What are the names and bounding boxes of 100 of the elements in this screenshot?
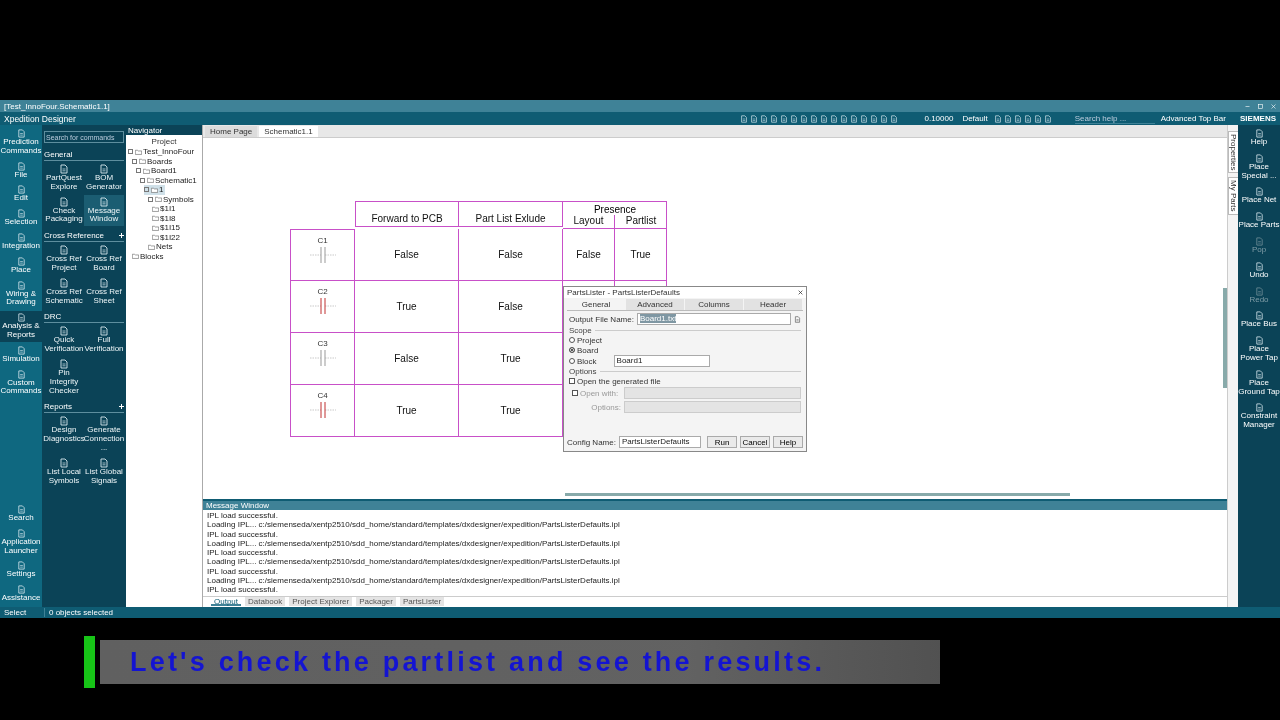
panel-tab[interactable]: Project Explorer: [289, 597, 353, 607]
command-button[interactable]: Cross Ref Project: [44, 243, 84, 275]
radio-button[interactable]: Block: [564, 356, 602, 366]
close-icon[interactable]: [798, 290, 803, 295]
maximize-icon[interactable]: [1258, 103, 1263, 109]
tree-item[interactable]: $1I15: [152, 223, 183, 233]
command-button[interactable]: Cross Ref Sheet: [84, 275, 124, 308]
table-cell: True: [355, 385, 459, 437]
dialog-tab[interactable]: Header: [744, 299, 803, 310]
rail-item[interactable]: Place: [0, 254, 42, 277]
search-field[interactable]: Search help ...: [1074, 113, 1155, 124]
rail-item[interactable]: Edit: [0, 183, 42, 206]
document-icon: [1023, 114, 1032, 123]
document-icon: [16, 528, 26, 538]
rail-item[interactable]: Custom Commands: [0, 367, 42, 399]
plus-icon[interactable]: [119, 233, 124, 239]
rail-item[interactable]: Selection: [0, 207, 42, 229]
rail-item[interactable]: Place Ground Tap: [1238, 368, 1280, 398]
tree-item[interactable]: $1I8: [152, 213, 178, 223]
panel-tab[interactable]: PartsLister: [400, 597, 445, 607]
command-button[interactable]: Message Window: [84, 194, 124, 227]
rail-item[interactable]: Wiring & Drawing: [0, 278, 42, 310]
rail-item[interactable]: Search: [0, 503, 42, 525]
command-button[interactable]: PartQuest Explore: [44, 162, 84, 194]
tree-item[interactable]: Symbols: [148, 194, 196, 204]
radio-button[interactable]: Project: [564, 335, 607, 345]
rail-item[interactable]: Place Power Tap: [1238, 335, 1280, 364]
rail-item[interactable]: Place Special ...: [1238, 152, 1280, 182]
capacitor-drawing: [307, 400, 338, 420]
dialog-button[interactable]: Run: [707, 436, 737, 448]
tree-item[interactable]: Boards: [132, 156, 175, 166]
rail-item[interactable]: Analysis & Reports: [0, 311, 42, 342]
radio-button[interactable]: Board: [564, 345, 604, 355]
rail-item[interactable]: Help: [1238, 128, 1280, 148]
column-header: Layout: [563, 215, 615, 229]
document-icon: [1254, 336, 1264, 346]
command-button[interactable]: Design Diagnostics: [44, 414, 84, 455]
rail-item[interactable]: Assistance: [0, 583, 42, 605]
rail-item[interactable]: Integration: [0, 231, 42, 253]
rail-item[interactable]: Undo: [1238, 260, 1280, 281]
command-button[interactable]: Quick Verification: [44, 324, 84, 356]
plus-icon[interactable]: [119, 404, 124, 410]
rail-item[interactable]: Place Parts: [1238, 211, 1280, 231]
document-icon: [790, 114, 799, 123]
document-tab[interactable]: Schematic1.1: [259, 126, 318, 137]
open-with-field[interactable]: [624, 387, 801, 399]
rail-item[interactable]: Place Net: [1238, 186, 1280, 207]
rail-item[interactable]: Settings: [0, 559, 42, 582]
options-field[interactable]: [624, 401, 801, 413]
dialog-tab[interactable]: Columns: [685, 299, 744, 310]
rail-item[interactable]: Constraint Manager: [1238, 402, 1280, 431]
rail-item[interactable]: Simulation: [0, 343, 42, 366]
document-icon: [99, 457, 109, 468]
document-icon: [1043, 114, 1052, 123]
field-label: Output File Name:: [569, 314, 634, 324]
command-button[interactable]: List Global Signals: [84, 455, 124, 488]
document-icon: [16, 185, 26, 195]
layout-dropdown[interactable]: Advanced Top Bar: [1157, 114, 1229, 123]
rail-item[interactable]: File: [0, 159, 42, 182]
scheme-dropdown[interactable]: Default: [959, 114, 991, 123]
command-button[interactable]: List Local Symbols: [44, 455, 84, 488]
panel-tab[interactable]: Databook: [245, 597, 286, 607]
rail-item[interactable]: Application Launcher: [0, 526, 42, 558]
command-button[interactable]: Check Packaging: [44, 194, 84, 227]
document-tab[interactable]: Home Page: [205, 126, 258, 137]
zoom-dropdown[interactable]: 0.10000: [921, 114, 957, 123]
minimize-icon[interactable]: [1245, 103, 1250, 109]
config-dropdown[interactable]: PartsListerDefaults: [618, 436, 701, 448]
dialog-tab[interactable]: Advanced: [626, 299, 685, 310]
tree-item[interactable]: Board1: [136, 166, 179, 176]
command-button[interactable]: Generate Connection ...: [84, 414, 124, 455]
tree-item[interactable]: Nets: [148, 242, 175, 252]
command-button[interactable]: Cross Ref Board: [84, 243, 124, 275]
command-button[interactable]: Pin Integrity Checker: [44, 356, 84, 398]
block-dropdown[interactable]: Board1: [613, 355, 710, 367]
document-icon: [820, 114, 829, 123]
group-header: Presence: [592, 203, 638, 215]
document-icon: [1033, 114, 1042, 123]
document-icon: [16, 505, 26, 514]
tree-item[interactable]: $1I22: [152, 232, 183, 242]
tree-item[interactable]: 1: [144, 185, 166, 195]
tree-item[interactable]: Blocks: [132, 251, 166, 261]
document-icon: [59, 326, 69, 337]
tree-item[interactable]: $1I1: [152, 204, 178, 214]
command-button[interactable]: Full Verification: [84, 324, 124, 356]
command-button[interactable]: Cross Ref Schematic: [44, 275, 84, 308]
rail-item[interactable]: Place Bus: [1238, 310, 1280, 331]
document-icon: [830, 114, 839, 123]
panel-tab[interactable]: Packager: [356, 597, 396, 607]
panel-tab[interactable]: Output: [211, 597, 241, 607]
section-title: DRC: [44, 312, 62, 322]
checkbox[interactable]: Open the generated file: [564, 376, 806, 386]
rail-item[interactable]: Prediction Commands: [0, 127, 42, 158]
tree-item[interactable]: Schematic1: [140, 175, 199, 185]
tree-item[interactable]: Test_InnoFour: [128, 147, 197, 157]
dialog-button[interactable]: Help: [773, 436, 803, 448]
scrollbar[interactable]: [1223, 288, 1227, 388]
scrollbar[interactable]: [565, 493, 1070, 496]
command-button[interactable]: BOM Generator: [84, 162, 124, 194]
dialog-button[interactable]: Cancel: [740, 436, 770, 448]
